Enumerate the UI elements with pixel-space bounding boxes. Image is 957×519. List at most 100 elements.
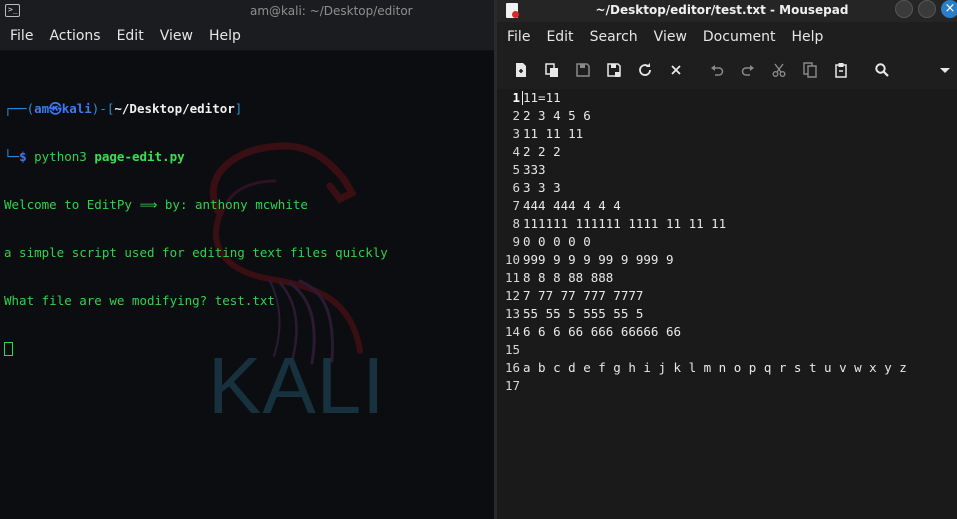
redo-icon bbox=[741, 65, 754, 76]
redo-button[interactable] bbox=[732, 55, 763, 85]
search-button[interactable] bbox=[866, 55, 897, 85]
line-number: 10 bbox=[504, 252, 520, 267]
line-number: 7 bbox=[512, 198, 520, 213]
undo-icon bbox=[710, 65, 723, 76]
editor-line[interactable]: 11 8 8 8 88 888 bbox=[497, 269, 957, 287]
terminal-title: am@kali: ~/Desktop/editor bbox=[250, 4, 413, 18]
cursor-line bbox=[4, 341, 388, 357]
editor-line[interactable]: 3 11 11 11 bbox=[497, 125, 957, 143]
editor-line[interactable]: 1 11=11 bbox=[497, 89, 957, 107]
close-document-button[interactable] bbox=[660, 55, 691, 85]
editor-line[interactable]: 16 a b c d e f g h i j k l m n o p q r s … bbox=[497, 359, 957, 377]
reload-icon bbox=[638, 63, 651, 76]
save-icon bbox=[575, 63, 590, 77]
save-as-button[interactable] bbox=[598, 55, 629, 85]
line-text bbox=[520, 341, 523, 359]
line-text: 11=11 bbox=[523, 90, 561, 105]
mousepad-menu-search[interactable]: Search bbox=[582, 29, 646, 45]
line-text: 999 9 9 9 99 9 999 9 bbox=[523, 252, 674, 267]
editor-line[interactable]: 7 444 444 4 4 4 bbox=[497, 197, 957, 215]
mousepad-titlebar: ~/Desktop/editor/test.txt - Mousepad × bbox=[497, 0, 957, 22]
terminal-menu-actions[interactable]: Actions bbox=[41, 28, 108, 44]
line-number: 12 bbox=[504, 288, 520, 303]
search-icon bbox=[874, 63, 889, 77]
terminal-cursor bbox=[4, 341, 13, 356]
maximize-button[interactable] bbox=[918, 0, 936, 18]
line-number: 3 bbox=[512, 126, 520, 141]
terminal-body[interactable]: KALI ┌──(am㉿kali)-[~/Desktop/editor] └─$… bbox=[0, 51, 494, 519]
cut-icon bbox=[772, 63, 785, 77]
line-text: 7 77 77 777 7777 bbox=[523, 288, 644, 303]
line-text: 8 8 8 88 888 bbox=[523, 270, 614, 285]
line-number: 14 bbox=[504, 324, 520, 339]
line-number: 8 bbox=[512, 216, 520, 231]
line-text: 55 55 5 555 55 5 bbox=[523, 306, 644, 321]
undo-button[interactable] bbox=[701, 55, 732, 85]
terminal-menubar: File Actions Edit View Help bbox=[0, 22, 494, 51]
editor-line[interactable]: 22 3 4 5 6 bbox=[497, 107, 957, 125]
line-text: 11 11 11 bbox=[523, 126, 584, 141]
new-window-icon bbox=[544, 63, 558, 77]
line-number: 17 bbox=[504, 378, 520, 393]
line-text: 444 444 4 4 4 bbox=[523, 198, 621, 213]
save-as-icon bbox=[606, 63, 621, 77]
line-text: 3 3 3 bbox=[523, 180, 561, 195]
prompt-host: kali bbox=[61, 101, 92, 116]
mousepad-menu-help[interactable]: Help bbox=[783, 29, 831, 45]
paste-button[interactable] bbox=[825, 55, 856, 85]
editor-line[interactable]: 13 55 55 5 555 55 5 bbox=[497, 305, 957, 323]
toolbar-overflow-button[interactable] bbox=[939, 61, 951, 80]
editor-line[interactable]: 15 bbox=[497, 341, 957, 359]
terminal-menu-help[interactable]: Help bbox=[201, 28, 249, 44]
minimize-button[interactable] bbox=[895, 0, 913, 18]
prompt-user: am bbox=[34, 101, 50, 116]
new-window-button[interactable] bbox=[536, 55, 567, 85]
mousepad-menu-view[interactable]: View bbox=[646, 29, 695, 45]
mousepad-menu-edit[interactable]: Edit bbox=[538, 29, 581, 45]
question-line: What file are we modifying? test.txt bbox=[4, 293, 388, 309]
line-number: 13 bbox=[504, 306, 520, 321]
mousepad-toolbar bbox=[497, 51, 957, 89]
command-arg: page-edit.py bbox=[86, 149, 185, 164]
editor-line[interactable]: 5 333 bbox=[497, 161, 957, 179]
editor-line[interactable]: 12 7 77 77 777 7777 bbox=[497, 287, 957, 305]
editor-line[interactable]: 90 0 0 0 0 bbox=[497, 233, 957, 251]
line-text: 2 2 2 bbox=[523, 144, 561, 159]
line-number: 5 bbox=[512, 162, 520, 177]
cut-button[interactable] bbox=[763, 55, 794, 85]
mousepad-window: ~/Desktop/editor/test.txt - Mousepad × F… bbox=[497, 0, 957, 519]
output-line: Welcome to EditPy ⟹ by: anthony mcwhite bbox=[4, 197, 308, 212]
line-text: a b c d e f g h i j k l m n o p q r s t … bbox=[523, 360, 907, 375]
save-button[interactable] bbox=[567, 55, 598, 85]
new-document-button[interactable] bbox=[505, 55, 536, 85]
terminal-menu-edit[interactable]: Edit bbox=[109, 28, 152, 44]
editor-line[interactable]: 8 111111 111111 1111 11 11 11 bbox=[497, 215, 957, 233]
prompt-close: ] bbox=[234, 101, 243, 116]
line-number: 2 bbox=[512, 108, 520, 123]
terminal-menu-file[interactable]: File bbox=[2, 28, 41, 44]
prompt-second: └─ bbox=[4, 149, 20, 164]
new-document-icon bbox=[515, 63, 526, 77]
prompt-open: ┌──( bbox=[4, 101, 35, 116]
close-window-button[interactable]: × bbox=[941, 0, 957, 18]
reload-button[interactable] bbox=[629, 55, 660, 85]
dropdown-arrow-icon bbox=[940, 68, 950, 73]
line-number: 16 bbox=[504, 360, 520, 375]
editor-line[interactable]: 42 2 2 bbox=[497, 143, 957, 161]
text-editor[interactable]: 1 11=11 2 2 3 4 5 6 3 11 11 11 4 2 2 2 5 333 6 3 3 … bbox=[497, 89, 957, 519]
close-document-icon bbox=[670, 65, 681, 75]
mousepad-menu-file[interactable]: File bbox=[499, 29, 538, 45]
editor-line[interactable]: 10 999 9 9 9 99 9 999 9 bbox=[497, 251, 957, 269]
copy-button[interactable] bbox=[794, 55, 825, 85]
editor-line[interactable]: 17 bbox=[497, 377, 957, 395]
line-text: 333 bbox=[523, 162, 546, 177]
terminal-menu-view[interactable]: View bbox=[152, 28, 201, 44]
editor-line[interactable]: 14 6 6 6 66 666 66666 66 bbox=[497, 323, 957, 341]
line-text: 0 0 0 0 0 bbox=[523, 234, 591, 249]
question-text: What file are we modifying? bbox=[4, 293, 215, 308]
editor-line[interactable]: 63 3 3 bbox=[497, 179, 957, 197]
mousepad-menu-document[interactable]: Document bbox=[695, 29, 784, 45]
line-number: 11 bbox=[504, 270, 520, 285]
output-line: a simple script used for editing text fi… bbox=[4, 245, 388, 260]
line-number: 15 bbox=[504, 342, 520, 357]
